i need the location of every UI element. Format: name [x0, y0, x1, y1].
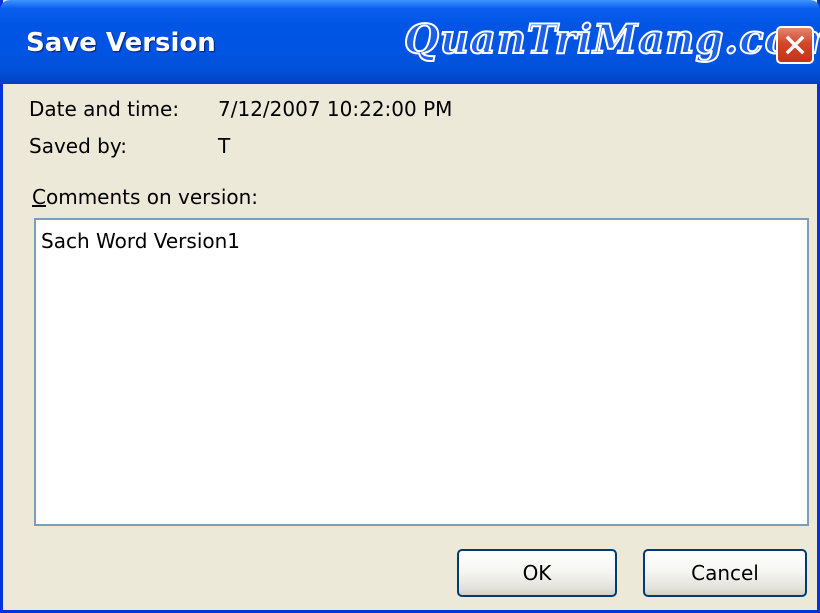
- comments-label: Comments on version:: [32, 185, 258, 209]
- watermark-logo: QuanTriMang.com: [403, 15, 820, 64]
- saved-by-value: T: [218, 134, 231, 158]
- close-button[interactable]: [776, 26, 814, 64]
- dialog-title: Save Version: [26, 28, 216, 58]
- date-time-value: 7/12/2007 10:22:00 PM: [218, 97, 453, 121]
- close-icon: [785, 35, 805, 55]
- ok-button[interactable]: OK: [457, 549, 617, 597]
- comments-textarea[interactable]: Sach Word Version1: [34, 218, 809, 526]
- saved-by-label: Saved by:: [29, 134, 127, 158]
- date-time-label: Date and time:: [29, 97, 180, 121]
- cancel-button[interactable]: Cancel: [643, 549, 807, 597]
- title-bar[interactable]: Save Version QuanTriMang.com: [0, 0, 820, 84]
- save-version-dialog: Save Version QuanTriMang.com Date and ti…: [0, 0, 820, 613]
- comments-label-text: omments on version:: [45, 185, 259, 209]
- comments-label-mnemonic: C: [32, 185, 46, 209]
